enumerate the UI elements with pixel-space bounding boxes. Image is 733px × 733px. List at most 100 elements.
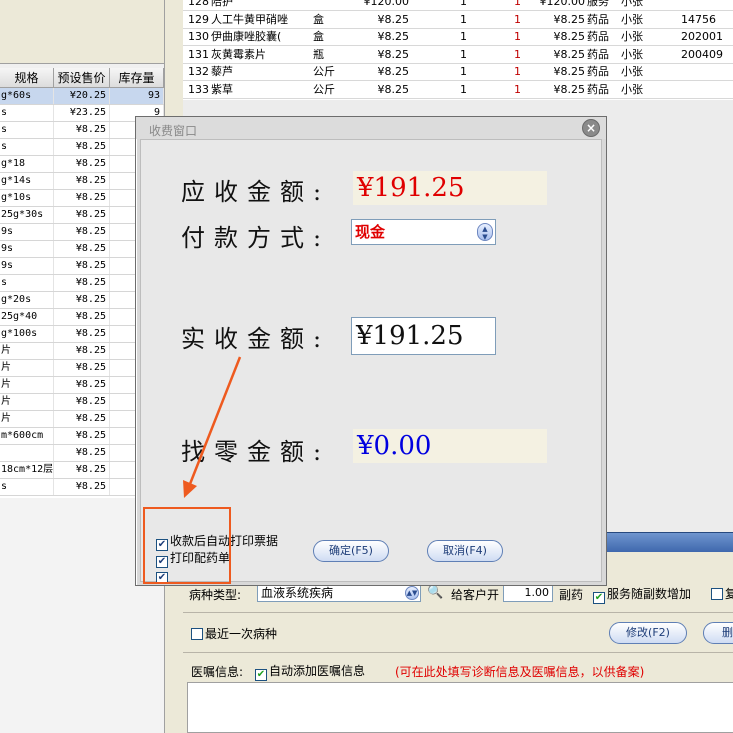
cell-spec: s xyxy=(0,139,54,155)
change-amount-label: 找零金额: xyxy=(181,438,331,466)
cell-amount: ¥8.25 xyxy=(553,65,586,78)
cell-preset-price: ¥8.25 xyxy=(54,428,110,444)
cell-index: 131 xyxy=(188,47,209,61)
extra-checkbox[interactable]: 复 xyxy=(711,585,733,602)
recent-disease-checkbox[interactable]: 最近一次病种 xyxy=(191,625,277,642)
table-row[interactable]: 130 伊曲康唑胶囊(盒 ¥8.25 1 1 ¥8.25 药品 小张 202001 xyxy=(183,29,733,46)
cell-unit-price: ¥8.25 xyxy=(377,82,410,96)
cell-spec: 9s xyxy=(0,258,54,274)
cell-spec: g*100s xyxy=(0,326,54,342)
advice-textarea[interactable] xyxy=(187,682,733,733)
cell-code xyxy=(681,82,733,98)
cell-unit: 公斤 xyxy=(313,65,335,78)
dialog-title: 收费窗口 xyxy=(149,124,198,138)
cell-quantity: 1 xyxy=(460,0,467,8)
cell-preset-price: ¥20.25 xyxy=(54,88,110,104)
cell-doses: 1 xyxy=(514,82,521,96)
cell-amount: ¥8.25 xyxy=(553,82,586,96)
cell-item-name: 伊曲康唑胶囊( xyxy=(211,30,282,43)
cell-item-name: 人工牛黄甲硝唑 xyxy=(211,12,288,26)
divider xyxy=(183,652,733,653)
checkbox-icon xyxy=(191,628,203,640)
disease-type-value: 血液系统疾病 xyxy=(261,586,334,600)
cell-spec: g*10s xyxy=(0,190,54,206)
table-row[interactable]: 133 紫草 公斤 ¥8.25 1 1 ¥8.25 药品 小张 xyxy=(183,82,733,99)
dose-count-input[interactable]: 1.00 xyxy=(503,584,553,602)
payment-method-select[interactable]: 现金 ▲ ▼ xyxy=(351,219,496,245)
cell-doses: 1 xyxy=(514,12,521,26)
delete-button[interactable]: 删除 xyxy=(703,622,733,644)
cell-preset-price: ¥8.25 xyxy=(54,190,110,206)
cell-unit: 盒 xyxy=(313,30,324,43)
cell-operator: 小张 xyxy=(621,0,643,8)
extra-checkbox-label: 复 xyxy=(725,587,733,601)
table-row[interactable]: 131 灰黄霉素片瓶 ¥8.25 1 1 ¥8.25 药品 小张 200409 xyxy=(183,47,733,64)
cell-operator: 小张 xyxy=(621,82,643,96)
cancel-button[interactable]: 取消(F4) xyxy=(427,540,503,562)
confirm-button[interactable]: 确定(F5) xyxy=(313,540,389,562)
cell-amount: ¥8.25 xyxy=(553,12,586,26)
cell-operator: 小张 xyxy=(621,65,643,78)
table-row[interactable]: g*60s ¥20.25 93 xyxy=(0,88,164,105)
auto-add-advice-checkbox[interactable]: ✔ 自动添加医嘱信息 xyxy=(255,662,365,681)
cell-quantity: 1 xyxy=(460,82,467,96)
amount-received-label: 实收金额: xyxy=(181,325,331,353)
cell-preset-price: ¥8.25 xyxy=(54,360,110,376)
table-row[interactable]: 128 陪护 ¥120.00 1 1 ¥120.00 服务 小张 xyxy=(183,0,733,11)
cell-spec: 片 xyxy=(0,394,54,410)
recent-disease-label: 最近一次病种 xyxy=(205,627,278,641)
cell-quantity: 1 xyxy=(460,47,467,61)
close-icon[interactable]: × xyxy=(582,119,600,137)
disease-type-select[interactable]: 血液系统疾病 ▲▼ xyxy=(257,584,421,602)
cell-preset-price: ¥8.25 xyxy=(54,207,110,223)
cell-doses: 1 xyxy=(514,65,521,78)
product-table-header: 规格 预设售价 库存量 xyxy=(0,68,164,88)
divider xyxy=(183,612,733,613)
cell-preset-price: ¥8.25 xyxy=(54,479,110,495)
cell-spec: s xyxy=(0,479,54,495)
cell-unit-price: ¥8.25 xyxy=(377,12,410,26)
table-row[interactable]: 132 藜芦 公斤 ¥8.25 1 1 ¥8.25 药品 小张 xyxy=(183,64,733,81)
column-header-spec[interactable]: 规格 xyxy=(0,68,54,88)
cell-spec: 片 xyxy=(0,343,54,359)
cell-spec: 9s xyxy=(0,241,54,257)
cell-preset-price: ¥8.25 xyxy=(54,309,110,325)
cell-preset-price: ¥8.25 xyxy=(54,462,110,478)
cell-preset-price: ¥8.25 xyxy=(54,394,110,410)
cell-spec: 25g*30s xyxy=(0,207,54,223)
cell-preset-price: ¥23.25 xyxy=(54,105,110,121)
cell-quantity: 1 xyxy=(460,12,467,26)
cell-doses: 1 xyxy=(514,30,521,43)
cell-doses: 1 xyxy=(514,47,521,61)
cell-stock: 93 xyxy=(110,88,164,104)
chevron-updown-icon[interactable]: ▲▼ xyxy=(477,223,493,241)
chevron-updown-icon[interactable]: ▲▼ xyxy=(405,586,419,600)
cell-spec: s xyxy=(0,275,54,291)
cell-spec: 18cm*12层 xyxy=(0,462,54,478)
dialog-title-bar[interactable]: 收费窗口 × xyxy=(136,117,606,139)
payment-method-value: 现金 xyxy=(355,223,386,241)
change-amount-value: ¥0.00 xyxy=(353,429,547,463)
table-row[interactable]: 129 人工牛黄甲硝唑盒 ¥8.25 1 1 ¥8.25 药品 小张 14756 xyxy=(183,12,733,29)
column-header-stock[interactable]: 库存量 xyxy=(110,68,164,88)
cell-unit xyxy=(313,0,349,10)
search-icon[interactable]: 🔍 xyxy=(427,585,443,600)
cell-amount: ¥8.25 xyxy=(553,30,586,43)
dose-unit-label: 副药 xyxy=(559,588,584,602)
amount-received-input[interactable]: ¥191.25 xyxy=(351,317,496,355)
cell-code xyxy=(681,0,733,10)
cell-preset-price: ¥8.25 xyxy=(54,326,110,342)
highlight-rectangle xyxy=(143,507,231,584)
cell-spec: s xyxy=(0,122,54,138)
column-header-preset-price[interactable]: 预设售价 xyxy=(54,68,110,88)
cell-operator: 小张 xyxy=(621,12,643,26)
modify-button[interactable]: 修改(F2) xyxy=(609,622,687,644)
cell-item-name: 陪护 xyxy=(211,0,233,8)
cell-item-name: 灰黄霉素片 xyxy=(211,47,266,61)
service-follow-label: 服务随副数增加 xyxy=(607,587,692,601)
service-follow-checkbox[interactable]: ✔ 服务随副数增加 xyxy=(593,585,691,604)
cell-code: 200409 xyxy=(681,47,723,61)
cell-unit-price: ¥8.25 xyxy=(377,47,410,61)
cell-preset-price: ¥8.25 xyxy=(54,139,110,155)
cell-spec: s xyxy=(0,105,54,121)
